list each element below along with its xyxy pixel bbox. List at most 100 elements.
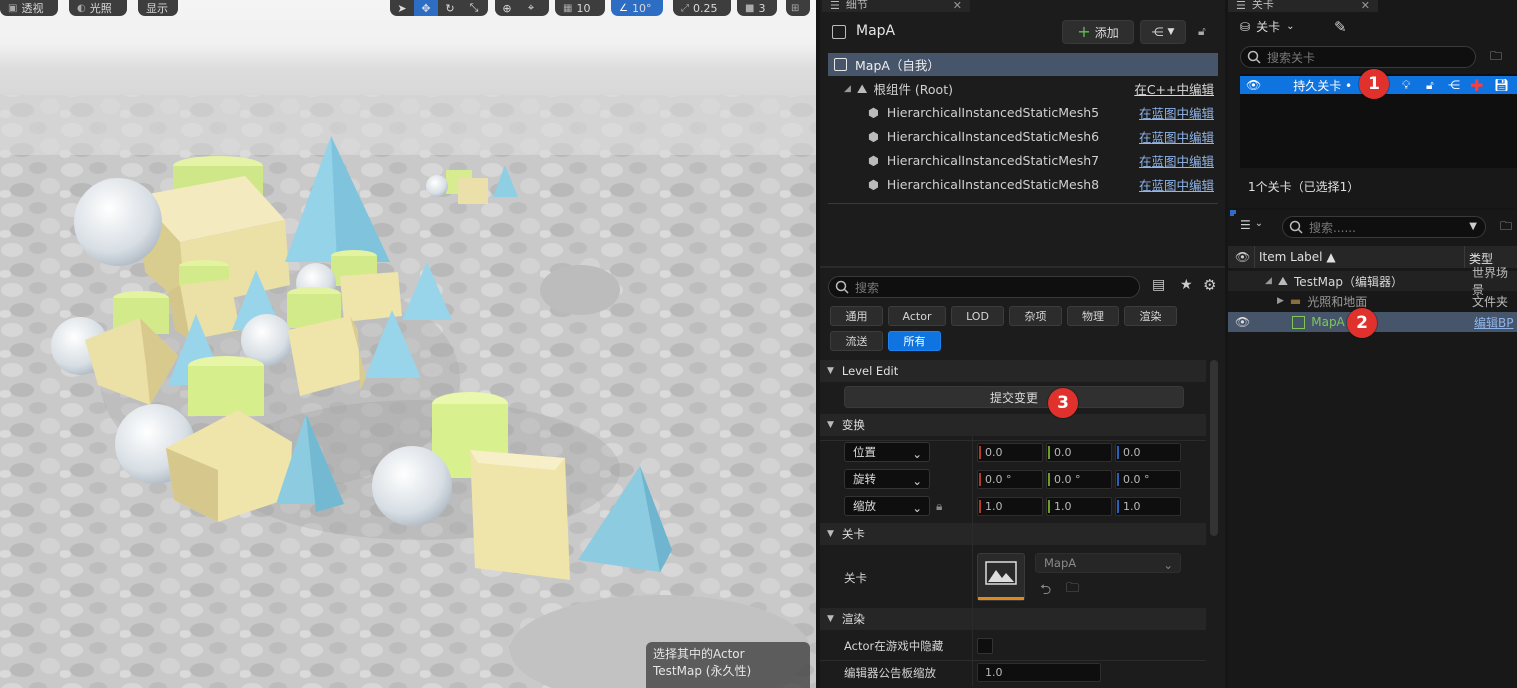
- details-panel: ☰ 细节 ✕ MapA + 添加 ⋲ ▼ 🔓︎ MapA（自我） ◢ ⛰︎ 根组…: [820, 0, 1225, 688]
- visibility-eye-icon[interactable]: 👁︎: [1235, 315, 1250, 329]
- level-prop-label: 关卡: [844, 571, 867, 585]
- settings-gear-icon[interactable]: ⚙: [1203, 276, 1216, 294]
- scale-mode-dropdown[interactable]: 缩放 ⌄: [844, 496, 930, 516]
- add-component-button[interactable]: + 添加: [1062, 20, 1134, 44]
- commit-changes-button[interactable]: 提交变更: [844, 386, 1184, 408]
- hidden-in-game-checkbox[interactable]: [977, 638, 993, 654]
- levels-search-input[interactable]: 搜索关卡: [1240, 46, 1476, 68]
- add-level-folder-icon[interactable]: 🗀: [1490, 47, 1502, 68]
- level-asset-dropdown[interactable]: MapA ⌄: [1035, 553, 1181, 573]
- details-scrollbar[interactable]: [1210, 360, 1218, 536]
- outliner-search-input[interactable]: 搜索...... ▼: [1282, 216, 1486, 238]
- scale-z-field[interactable]: 1.0: [1115, 497, 1181, 516]
- edit-in-blueprint-link[interactable]: 在蓝图中编辑: [1139, 103, 1214, 122]
- blueprint-options-button[interactable]: ⋲ ▼: [1140, 20, 1186, 44]
- section-transform[interactable]: ▼ 变换: [820, 414, 1206, 436]
- section-level-edit[interactable]: ▼ Level Edit: [820, 360, 1206, 382]
- filter-icon: ☰: [1240, 218, 1251, 232]
- close-icon[interactable]: ✕: [1361, 0, 1370, 12]
- select-tool-icon[interactable]: ➤: [390, 0, 414, 16]
- details-search-input[interactable]: 搜索: [828, 276, 1140, 298]
- location-mode-dropdown[interactable]: 位置 ⌄: [844, 442, 930, 462]
- tree-row-mesh8[interactable]: ⬢ HierarchicalInstancedStaticMesh8 在蓝图中编…: [828, 173, 1218, 196]
- filter-lod[interactable]: LOD: [951, 306, 1004, 326]
- collapse-arrow-icon[interactable]: ▶: [1277, 296, 1284, 306]
- expand-arrow-icon[interactable]: ◢: [844, 84, 851, 94]
- browse-asset-icon[interactable]: 🗀: [1066, 579, 1079, 601]
- rotation-mode-dropdown[interactable]: 旋转 ⌄: [844, 469, 930, 489]
- location-z-field[interactable]: 0.0: [1115, 443, 1181, 462]
- grid-snap-button[interactable]: ▦ 10: [555, 0, 605, 16]
- lit-mode-button[interactable]: ◐ 光照: [69, 0, 127, 16]
- world-space-icon[interactable]: ⊕: [495, 0, 519, 16]
- show-button[interactable]: 显示: [138, 0, 178, 16]
- edit-pencil-icon[interactable]: ✎: [1334, 18, 1347, 36]
- filter-rendering[interactable]: 渲染: [1124, 306, 1177, 326]
- tree-row-mesh6[interactable]: ⬢ HierarchicalInstancedStaticMesh6 在蓝图中编…: [828, 125, 1218, 148]
- edit-in-blueprint-link[interactable]: 在蓝图中编辑: [1139, 151, 1214, 170]
- edit-in-blueprint-link[interactable]: 在蓝图中编辑: [1139, 127, 1214, 146]
- level-viewport[interactable]: ▣ 透视 ◐ 光照 显示 ➤ ✥ ↻ ⤡ ⊕ ⌖ ▦ 10 ∠ 10° ⤢ 0.25 ■ 3…: [0, 0, 816, 688]
- rotate-tool-icon[interactable]: ↻: [438, 0, 462, 16]
- use-selected-icon[interactable]: ⮌: [1040, 579, 1051, 603]
- level-thumbnail[interactable]: [977, 553, 1025, 601]
- edit-in-cpp-link[interactable]: 在C++中编辑: [1134, 79, 1214, 98]
- tab-levels[interactable]: ☰ 关卡 ✕: [1228, 0, 1378, 12]
- perspective-button[interactable]: ▣ 透视: [0, 0, 58, 16]
- filter-button[interactable]: ☰ ⌄: [1240, 218, 1263, 232]
- scale-snap-button[interactable]: ⤢ 0.25: [673, 0, 731, 16]
- details-search-row: 搜索 ▤ ★ ⚙: [828, 276, 1220, 298]
- expand-arrow-icon[interactable]: ◢: [1265, 276, 1272, 286]
- rotation-z-field[interactable]: 0.0 °: [1115, 470, 1181, 489]
- outliner-row-testmap[interactable]: ◢ ⛰︎ TestMap（编辑器） 世界场景: [1228, 266, 1517, 297]
- filter-physics[interactable]: 物理: [1067, 306, 1119, 326]
- star-icon[interactable]: ★: [1180, 277, 1193, 293]
- outliner-row-lighting-folder[interactable]: ▶ ▬ 光照和地面 文件夹: [1228, 291, 1517, 311]
- tree-row-self[interactable]: MapA（自我）: [828, 53, 1218, 76]
- location-y-field[interactable]: 0.0: [1046, 443, 1112, 462]
- scale-tool-icon[interactable]: ⤡: [462, 0, 486, 16]
- scale-x-field[interactable]: 1.0: [977, 497, 1043, 516]
- layout-grid-icon: ⊞: [791, 2, 800, 14]
- filter-streaming[interactable]: 流送: [830, 331, 883, 351]
- surface-snap-icon[interactable]: ⌖: [519, 0, 543, 16]
- close-icon[interactable]: ✕: [953, 0, 962, 12]
- add-red-cross-icon[interactable]: ✚: [1470, 76, 1483, 95]
- table-view-icon[interactable]: ▤: [1152, 277, 1165, 293]
- unlock-icon[interactable]: 🔓︎: [1426, 78, 1434, 93]
- layout-button[interactable]: ⊞: [786, 0, 810, 16]
- mesh-icon: ⬢: [868, 105, 879, 120]
- lighting-bulb-icon[interactable]: 💡︎: [1402, 78, 1410, 93]
- hierarchy-icon[interactable]: ⋲: [1448, 78, 1460, 92]
- tree-row-mesh5[interactable]: ⬢ HierarchicalInstancedStaticMesh5 在蓝图中编…: [828, 101, 1218, 124]
- section-level[interactable]: ▼ 关卡: [820, 523, 1206, 545]
- edit-in-blueprint-link[interactable]: 在蓝图中编辑: [1139, 175, 1214, 194]
- visibility-eye-icon[interactable]: 👁︎: [1246, 78, 1261, 92]
- camera-speed-button[interactable]: ■ 3: [737, 0, 777, 16]
- rotation-y-field[interactable]: 0.0 °: [1046, 470, 1112, 489]
- location-x-field[interactable]: 0.0: [977, 443, 1043, 462]
- tab-details[interactable]: ☰ 细节 ✕: [822, 0, 970, 12]
- scale-lock-icon[interactable]: 🔒︎: [936, 499, 942, 514]
- edit-bp-link[interactable]: 编辑BP: [1474, 314, 1513, 331]
- levels-menu-button[interactable]: ⛁ 关卡 ⌄: [1240, 18, 1294, 35]
- add-folder-icon[interactable]: 🗀: [1500, 217, 1512, 238]
- mesh-icon: ⬢: [868, 177, 879, 192]
- section-rendering[interactable]: ▼ 渲染: [820, 608, 1206, 630]
- filter-all[interactable]: 所有: [888, 331, 941, 351]
- rotation-x-field[interactable]: 0.0 °: [977, 470, 1043, 489]
- tree-row-mesh7[interactable]: ⬢ HierarchicalInstancedStaticMesh7 在蓝图中编…: [828, 149, 1218, 172]
- move-tool-icon[interactable]: ✥: [414, 0, 438, 16]
- filter-actor[interactable]: Actor: [888, 306, 946, 326]
- blueprint-actor-icon: [1292, 315, 1306, 329]
- filter-misc[interactable]: 杂项: [1009, 306, 1062, 326]
- levels-count-footer: 1个关卡（已选择1）: [1248, 180, 1360, 194]
- rotate-snap-button[interactable]: ∠ 10°: [611, 0, 663, 16]
- filter-general[interactable]: 通用: [830, 306, 883, 326]
- lock-icon[interactable]: 🔓︎: [1198, 24, 1206, 39]
- scale-y-field[interactable]: 1.0: [1046, 497, 1112, 516]
- billboard-scale-field[interactable]: 1.0: [977, 663, 1101, 682]
- column-item-label[interactable]: Item Label ▲: [1259, 250, 1336, 264]
- save-icon[interactable]: 💾︎: [1494, 78, 1509, 92]
- tree-row-root[interactable]: ◢ ⛰︎ 根组件 (Root) 在C++中编辑: [828, 77, 1218, 100]
